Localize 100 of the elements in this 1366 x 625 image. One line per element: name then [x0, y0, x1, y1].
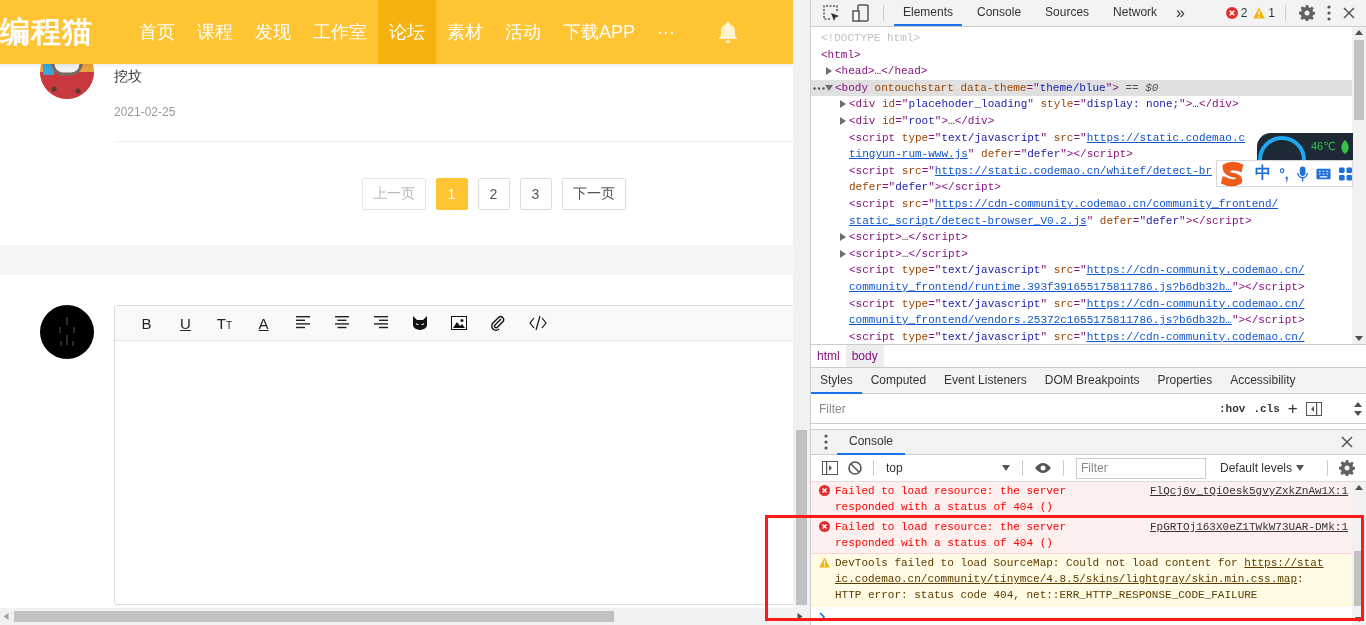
expanded-arrow-icon[interactable] — [825, 83, 833, 92]
rich-text-editor[interactable]: B U TT A — [114, 305, 793, 605]
code-line: static_script/detect-browser_V0.2.js" defer="defer"></script> — [849, 214, 1252, 227]
input-mode-toggle[interactable]: 中 — [1255, 163, 1272, 184]
collapsed-arrow-icon[interactable] — [839, 233, 847, 242]
settings-icon[interactable] — [1299, 5, 1315, 21]
scrollbar-thumb[interactable] — [796, 430, 807, 605]
eye-icon[interactable] — [1034, 462, 1052, 474]
scrollbar[interactable] — [1352, 27, 1366, 344]
sidebar-toggle-icon[interactable] — [822, 461, 838, 475]
devtools-tab[interactable]: Sources — [1036, 0, 1099, 26]
align-center-icon[interactable] — [333, 316, 350, 330]
cat-face-icon[interactable] — [411, 316, 428, 330]
apps-grid-icon[interactable] — [1338, 166, 1352, 181]
image-icon[interactable] — [450, 316, 467, 330]
bold-button[interactable]: B — [127, 308, 166, 338]
code-line: <script>…</script> — [849, 231, 968, 244]
code-line: <script src="https://static.codemao.cn/whitef/detect-br — [849, 164, 1213, 177]
warning-icon — [819, 557, 830, 568]
code-line: <body ontouchstart data-theme="theme/blue"> == $0 — [835, 81, 1159, 94]
scrollbar-thumb[interactable] — [1354, 40, 1364, 120]
sidebar-tab[interactable]: DOM Breakpoints — [1035, 368, 1149, 394]
align-left-icon[interactable] — [294, 316, 311, 330]
code-line: <script type="text/javascript" src="https://cdn-community.codemao.cn/ — [849, 297, 1305, 310]
dropdown-arrow-icon — [1296, 465, 1305, 471]
error-count[interactable]: 2 — [1240, 6, 1248, 20]
code-line: <!DOCTYPE html> — [821, 32, 921, 44]
settings-icon[interactable] — [1339, 460, 1355, 476]
console-filter-field[interactable]: Filter — [1076, 457, 1206, 479]
scroll-up-icon[interactable] — [1355, 485, 1363, 490]
drawer-tab[interactable]: Console — [837, 429, 906, 455]
vertical-scrollbar[interactable] — [793, 0, 810, 608]
new-rule-button[interactable]: + — [1287, 398, 1298, 419]
message-link[interactable]: https://stat — [1244, 557, 1324, 569]
clear-console-icon[interactable] — [848, 461, 862, 475]
log-levels-select[interactable]: Default levels — [1214, 460, 1311, 476]
collapsed-arrow-icon[interactable] — [839, 116, 847, 125]
scroll-up-icon[interactable] — [1355, 30, 1363, 35]
warning-count[interactable]: 1 — [1268, 6, 1275, 20]
format-button[interactable]: A — [244, 308, 283, 338]
source-link[interactable]: FlQcj6v_tQiOesk5gvyZxkZnAw1X:1 — [1149, 483, 1348, 499]
devtools-tab[interactable]: Console — [968, 0, 1031, 26]
menu-icon[interactable] — [1327, 5, 1331, 21]
collapsed-arrow-icon[interactable] — [839, 249, 847, 258]
error-icon — [819, 521, 830, 532]
inspect-icon[interactable] — [822, 4, 840, 22]
breadcrumb[interactable]: html — [811, 345, 846, 367]
format-button[interactable]: U — [166, 308, 205, 338]
code-line: <script type="text/javascript" src="https://static.codemao.c — [849, 131, 1246, 144]
code-line: <script type="text/javascript" src="https://cdn-community.codemao.cn/ — [849, 330, 1305, 343]
source-link[interactable]: FpGRTOj163X0eZ1TWkW73UAR-DMk:1 — [1149, 519, 1348, 535]
devtools-tab[interactable]: Elements — [894, 0, 963, 26]
paperclip-icon[interactable] — [489, 315, 506, 331]
menu-icon[interactable] — [824, 434, 828, 450]
align-right-icon[interactable] — [372, 316, 389, 330]
scroll-up-icon[interactable] — [1354, 401, 1362, 407]
error-icon — [1225, 7, 1238, 19]
breadcrumb[interactable]: body — [845, 345, 884, 367]
horizontal-scrollbar[interactable] — [0, 608, 810, 625]
sidebar-tab[interactable]: Computed — [861, 368, 936, 394]
scrollbar-thumb[interactable] — [14, 611, 614, 622]
sidebar-toggle-icon[interactable] — [1305, 401, 1322, 416]
scroll-down-icon[interactable] — [1354, 410, 1362, 416]
sidebar-tab[interactable]: Accessibility — [1221, 368, 1305, 394]
close-icon[interactable] — [1343, 7, 1355, 19]
punctuation-toggle[interactable]: °, — [1279, 165, 1289, 182]
message-text: Failed to load resource: the server responded with a status of 404 () — [835, 484, 1068, 515]
code-line: community_frontend/runtime.393f391655175811786.js?b6db32b…"></script> — [849, 280, 1305, 293]
more-tabs-button[interactable]: » — [1172, 4, 1189, 22]
font-size-button[interactable]: TT — [205, 308, 244, 338]
selected-row[interactable]: <body ontouchstart data-theme="theme/blue"> == $0 — [811, 79, 1352, 97]
scrollbar-thumb[interactable] — [1354, 551, 1364, 606]
more-icon[interactable] — [813, 86, 825, 90]
avatar — [40, 64, 94, 99]
temperature-reading: 46℃ — [1311, 140, 1336, 153]
keyboard-icon[interactable] — [1315, 167, 1331, 180]
message-link[interactable]: ic.codemao.cn/community/tinymce/4.8.5/skins/lightgray/skin.min.css.map — [835, 573, 1298, 585]
page-button[interactable]: 2 — [477, 178, 510, 210]
scroll-down-icon[interactable] — [1355, 336, 1363, 341]
error-icon — [819, 485, 830, 496]
code-line: tingyun-rum-www.js" defer="defer"></script> — [849, 148, 1133, 161]
microphone-icon[interactable] — [1296, 165, 1308, 182]
code-line: <script type="text/javascript" src="https://cdn-community.codemao.cn/ — [849, 264, 1305, 277]
class-toggle-button[interactable]: .cls — [1253, 402, 1280, 415]
sidebar-tab[interactable]: Properties — [1148, 368, 1222, 394]
devtools-tab[interactable]: Network — [1104, 0, 1167, 26]
device-icon[interactable] — [852, 4, 870, 22]
page-button[interactable]: 下一页 — [561, 178, 626, 210]
post-date: 2021-02-25 — [114, 104, 177, 121]
page-button[interactable]: 3 — [519, 178, 552, 210]
code-icon[interactable] — [528, 315, 547, 331]
close-icon[interactable] — [1341, 436, 1353, 448]
scrollbar[interactable] — [1354, 401, 1362, 416]
code-line: <div id="placehoder_loading" style="display: none;">…</div> — [849, 98, 1239, 111]
collapsed-arrow-icon[interactable] — [839, 100, 847, 109]
sidebar-tab[interactable]: Event Listeners — [935, 368, 1036, 394]
hover-state-button[interactable]: :hov — [1219, 402, 1246, 415]
context-select[interactable]: top — [882, 461, 1014, 475]
sidebar-tab[interactable]: Styles — [811, 368, 862, 394]
collapsed-arrow-icon[interactable] — [825, 67, 833, 76]
